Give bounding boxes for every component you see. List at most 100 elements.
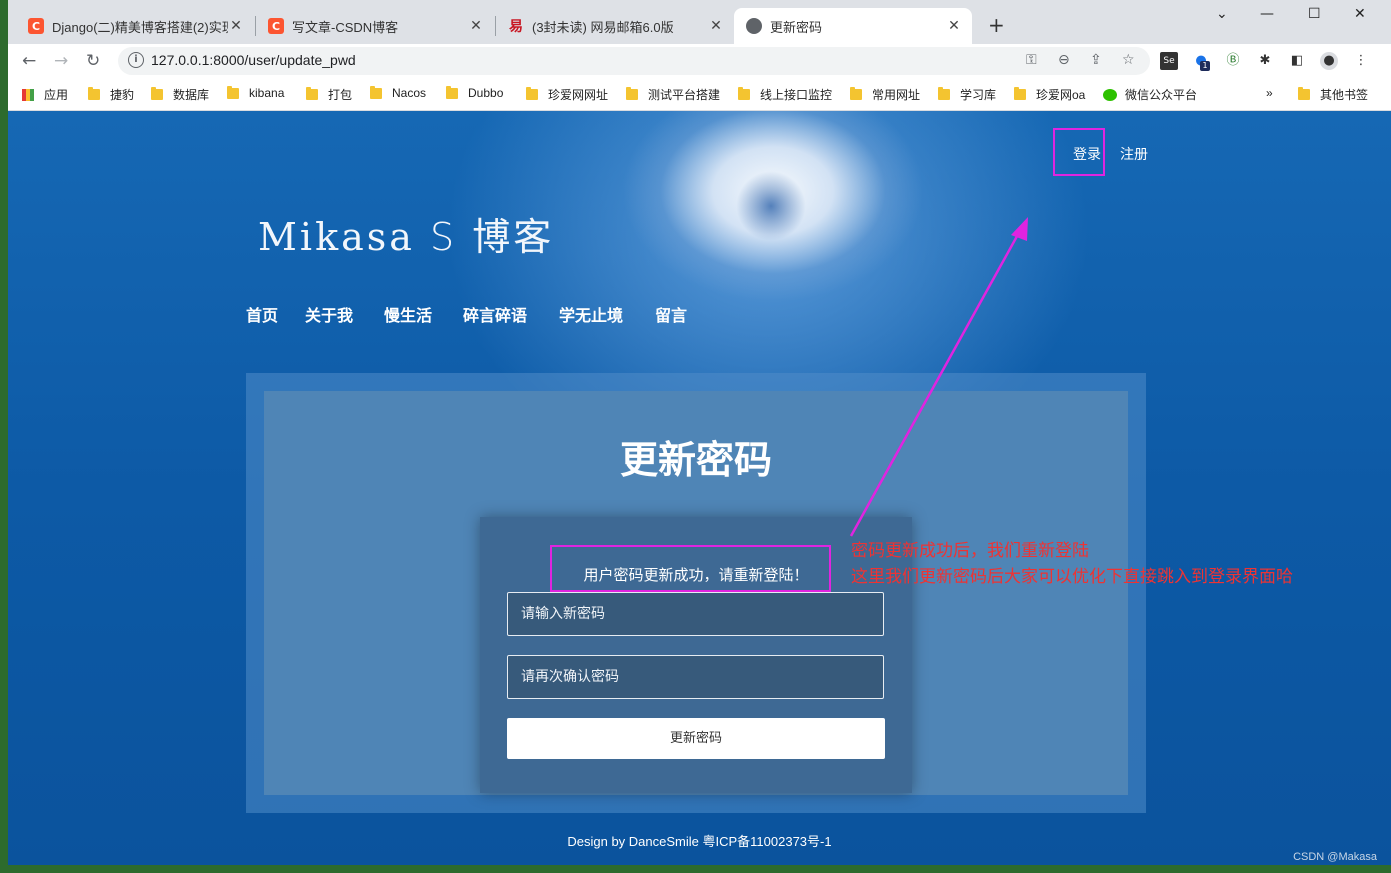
address-toolbar: ← → ↻ i 127.0.0.1:8000/user/update_pwd ⚿… <box>8 44 1391 78</box>
tab-netease-mail[interactable]: 易 (3封未读) 网易邮箱6.0版 ✕ <box>496 8 734 44</box>
folder-icon <box>227 85 239 99</box>
site-footer: Design by DanceSmile 粤ICP备11002373号-1 <box>567 834 832 849</box>
page-title: 更新密码 <box>619 438 772 482</box>
share-icon[interactable]: ⇪ <box>1090 52 1102 68</box>
logo-text: Mikasa <box>258 215 415 259</box>
confirm-password-input[interactable] <box>508 656 883 698</box>
folder-icon <box>526 87 538 100</box>
update-password-button[interactable]: 更新密码 <box>507 718 885 759</box>
extension-b-icon[interactable]: Ⓑ <box>1224 52 1242 70</box>
nav-musings[interactable]: 碎言碎语 <box>463 302 527 326</box>
folder-icon <box>446 85 458 99</box>
avatar[interactable]: ● <box>1320 52 1338 70</box>
close-icon[interactable]: ✕ <box>946 18 962 34</box>
bookmark-label: 其他书签 <box>1320 88 1369 102</box>
login-highlight-box <box>1053 128 1105 176</box>
heart-cloud-image <box>736 171 806 241</box>
key-icon[interactable]: ⚿ <box>1026 52 1037 68</box>
bookmark-wechat[interactable]: 微信公众平台 <box>1103 86 1197 103</box>
bookmark-label: 学习库 <box>960 88 997 102</box>
tab-title: Django(二)精美博客搭建(2)实现 <box>52 19 228 35</box>
folder-icon <box>850 87 862 100</box>
bookmark-item[interactable]: 数据库 <box>151 86 209 103</box>
url-text[interactable]: 127.0.0.1:8000/user/update_pwd <box>151 52 356 68</box>
address-bar[interactable]: i 127.0.0.1:8000/user/update_pwd ⚿ ⊖ ⇪ ☆ <box>118 47 1150 75</box>
globe-icon <box>746 18 762 34</box>
folder-icon <box>306 87 318 100</box>
confirm-password-field[interactable] <box>507 655 884 699</box>
bookmark-label: Dubbo <box>468 86 504 100</box>
folder-icon <box>151 87 163 100</box>
bookmark-item[interactable]: Dubbo <box>446 85 504 100</box>
bookmark-item[interactable]: 学习库 <box>938 86 996 103</box>
star-icon[interactable]: ☆ <box>1122 52 1135 68</box>
tab-strip: C Django(二)精美博客搭建(2)实现 ✕ C 写文章-CSDN博客 ✕ … <box>8 0 1391 44</box>
close-icon[interactable]: ✕ <box>708 18 724 34</box>
bookmark-item[interactable]: 常用网址 <box>850 86 920 103</box>
more-bookmarks-button[interactable]: » <box>1266 86 1273 100</box>
apps-icon <box>22 88 34 101</box>
chevron-down-icon[interactable]: ⌄ <box>1216 6 1228 22</box>
nav-messages[interactable]: 留言 <box>655 302 687 326</box>
close-window-button[interactable]: ✕ <box>1354 6 1366 22</box>
logo-symbol: S <box>430 215 458 259</box>
minimize-button[interactable]: — <box>1260 6 1274 22</box>
register-link[interactable]: 注册 <box>1120 144 1148 164</box>
folder-icon <box>626 87 638 100</box>
bookmark-item[interactable]: 珍爱网网址 <box>526 86 608 103</box>
back-icon[interactable]: ← <box>22 51 36 71</box>
bookmark-label: 珍爱网网址 <box>548 88 609 102</box>
menu-icon[interactable]: ⋮ <box>1352 52 1370 70</box>
tab-update-password[interactable]: 更新密码 ✕ <box>734 8 972 44</box>
nav-slow-life[interactable]: 慢生活 <box>384 302 432 326</box>
message-highlight-box <box>550 545 831 592</box>
maximize-button[interactable]: ☐ <box>1308 6 1321 22</box>
bookmark-item[interactable]: 测试平台搭建 <box>626 86 720 103</box>
tab-title: (3封未读) 网易邮箱6.0版 <box>532 19 674 35</box>
folder-icon <box>938 87 950 100</box>
bookmark-apps[interactable]: 应用 <box>22 86 68 103</box>
csdn-icon: C <box>28 18 44 34</box>
reload-icon[interactable]: ↻ <box>86 51 100 71</box>
annotation-note: 密码更新成功后，我们重新登陆 这里我们更新密码后大家可以优化下直接跳入到登录界面… <box>851 538 1293 590</box>
selenium-icon[interactable]: Se <box>1160 52 1178 70</box>
bookmark-item[interactable]: 打包 <box>306 86 352 103</box>
site-logo[interactable]: Mikasa S 博客 <box>258 206 554 261</box>
tab-django[interactable]: C Django(二)精美博客搭建(2)实现 ✕ <box>16 8 254 44</box>
logo-subtitle: 博客 <box>472 215 555 259</box>
sidepanel-icon[interactable]: ◧ <box>1288 52 1306 70</box>
new-password-field[interactable] <box>507 592 884 636</box>
close-icon[interactable]: ✕ <box>228 18 244 34</box>
annotation-line: 密码更新成功后，我们重新登陆 <box>851 541 1089 561</box>
bookmark-item[interactable]: 捷豹 <box>88 86 134 103</box>
zoom-icon[interactable]: ⊖ <box>1058 52 1070 68</box>
tab-title: 写文章-CSDN博客 <box>292 19 399 35</box>
nav-learning[interactable]: 学无止境 <box>559 302 623 326</box>
bookmark-label: 捷豹 <box>110 88 135 102</box>
nav-home[interactable]: 首页 <box>246 302 278 326</box>
netease-icon: 易 <box>509 19 523 35</box>
new-tab-button[interactable]: + <box>988 13 1005 37</box>
other-bookmarks[interactable]: 其他书签 <box>1298 86 1368 103</box>
bookmark-item[interactable]: 线上接口监控 <box>738 86 832 103</box>
extension-badge: 1 <box>1200 61 1210 71</box>
bookmark-label: 珍爱网oa <box>1036 88 1086 102</box>
bookmark-label: 数据库 <box>173 88 210 102</box>
tab-csdn-write[interactable]: C 写文章-CSDN博客 ✕ <box>256 8 494 44</box>
bookmark-item[interactable]: 珍爱网oa <box>1014 86 1085 103</box>
bookmark-label: 微信公众平台 <box>1125 88 1198 102</box>
new-password-input[interactable] <box>508 593 883 635</box>
desktop-background <box>0 865 1391 873</box>
info-icon[interactable]: i <box>128 52 144 68</box>
close-icon[interactable]: ✕ <box>468 18 484 34</box>
bookmark-item[interactable]: kibana <box>227 85 284 100</box>
bookmarks-bar: 应用 捷豹 数据库 kibana 打包 Nacos Dubbo 珍爱网网址 测试… <box>8 78 1391 111</box>
translate-icon[interactable]: ●1 <box>1192 52 1210 71</box>
bookmark-label: 线上接口监控 <box>760 88 833 102</box>
puzzle-icon[interactable]: ✱ <box>1256 52 1274 70</box>
bookmark-label: 应用 <box>44 88 69 102</box>
forward-icon[interactable]: → <box>54 51 68 71</box>
bookmark-label: 常用网址 <box>872 88 921 102</box>
bookmark-item[interactable]: Nacos <box>370 85 426 100</box>
nav-about[interactable]: 关于我 <box>305 302 353 326</box>
